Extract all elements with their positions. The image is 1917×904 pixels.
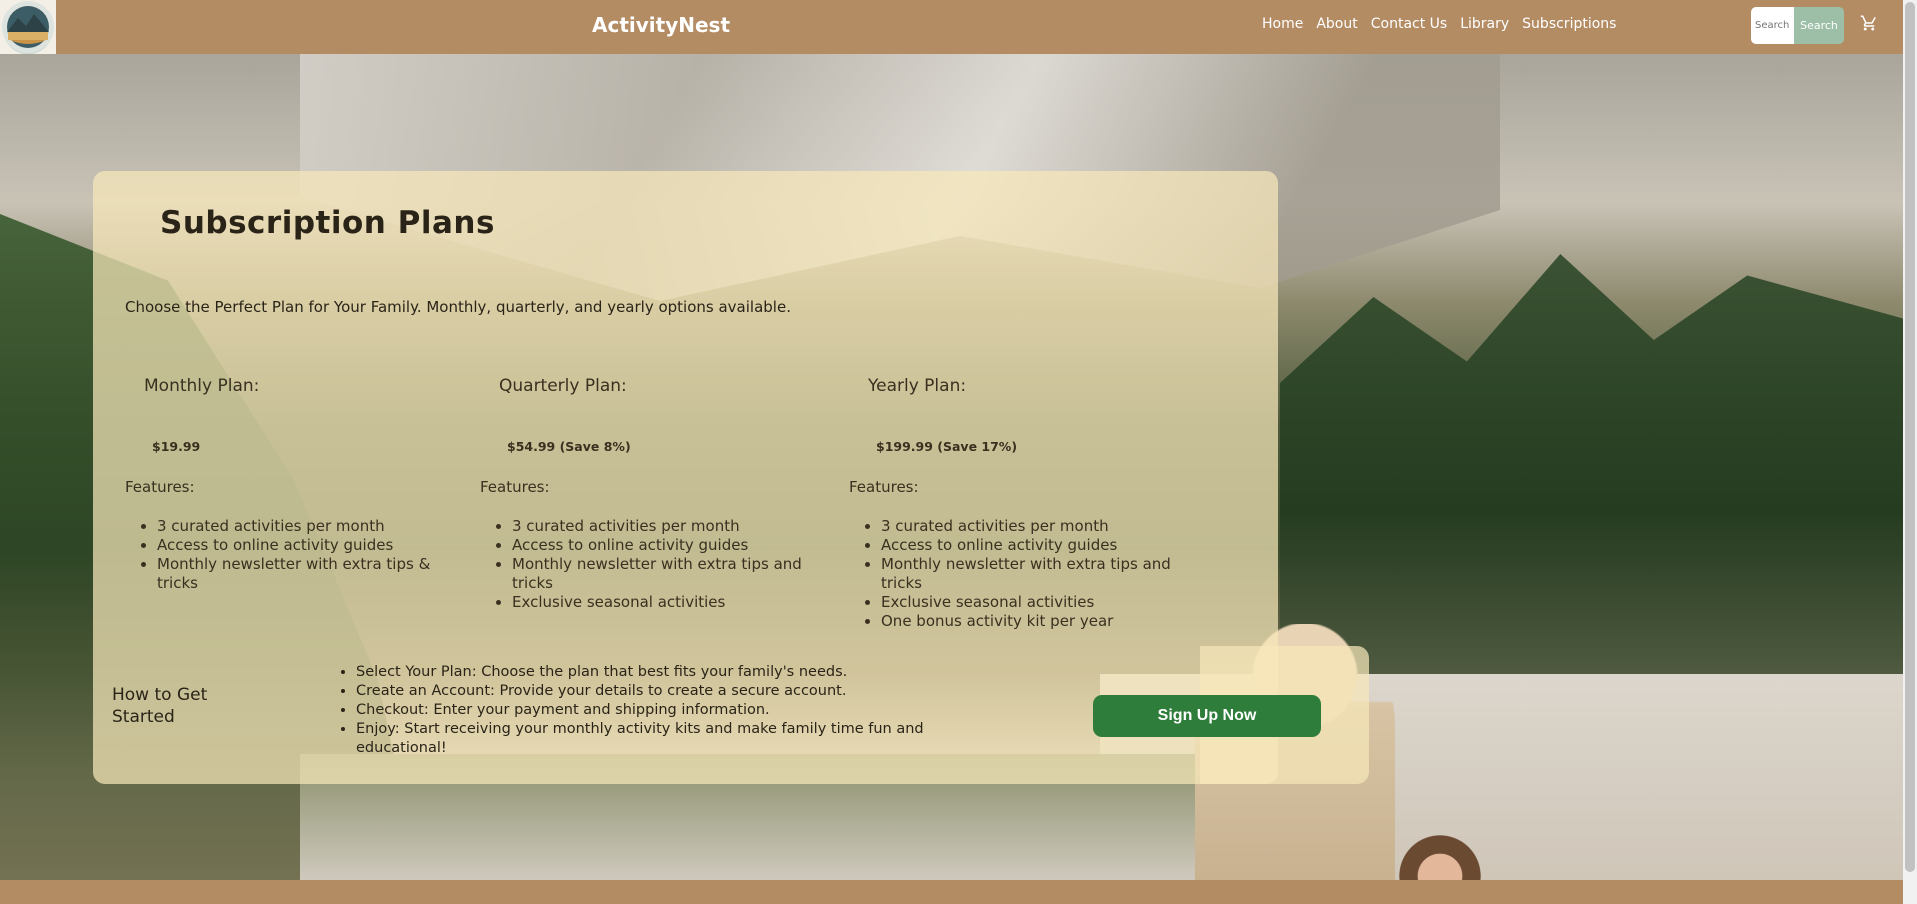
plan-yearly-name: Yearly Plan:	[868, 376, 967, 396]
list-item: 3 curated activities per month	[512, 517, 820, 536]
list-item: Access to online activity guides	[512, 536, 820, 555]
nav-about[interactable]: About	[1316, 16, 1357, 32]
nav-library[interactable]: Library	[1460, 16, 1509, 32]
list-item: Access to online activity guides	[881, 536, 1189, 555]
list-item: Exclusive seasonal activities	[881, 593, 1189, 612]
sign-up-button[interactable]: Sign Up Now	[1093, 695, 1321, 737]
how-to-steps: Select Your Plan: Choose the plan that b…	[338, 663, 978, 758]
list-item: 3 curated activities per month	[881, 517, 1189, 536]
search-button[interactable]: Search	[1794, 7, 1844, 44]
how-to-title: How to Get Started	[112, 685, 208, 727]
list-item: Checkout: Enter your payment and shippin…	[356, 701, 978, 720]
plan-quarterly-price: $54.99 (Save 8%)	[507, 439, 631, 454]
plan-quarterly-features-label: Features:	[480, 478, 550, 496]
list-item: Monthly newsletter with extra tips and t…	[881, 555, 1189, 593]
list-item: Exclusive seasonal activities	[512, 593, 820, 612]
site-header: ActivityNest Home About Contact Us Libra…	[0, 0, 1903, 54]
logo[interactable]	[0, 0, 56, 54]
footer	[0, 880, 1903, 904]
plan-yearly-features-label: Features:	[849, 478, 919, 496]
brand-name[interactable]: ActivityNest	[592, 13, 730, 37]
plan-monthly-features-label: Features:	[125, 478, 195, 496]
search-input[interactable]	[1751, 7, 1794, 44]
list-item: Access to online activity guides	[157, 536, 460, 555]
plan-monthly-features: 3 curated activities per month Access to…	[125, 517, 460, 593]
plan-quarterly-features: 3 curated activities per month Access to…	[480, 517, 820, 612]
list-item: Monthly newsletter with extra tips & tri…	[157, 555, 460, 593]
list-item: Create an Account: Provide your details …	[356, 682, 978, 701]
list-item: One bonus activity kit per year	[881, 612, 1189, 631]
list-item: Enjoy: Start receiving your monthly acti…	[356, 720, 978, 758]
nav-home[interactable]: Home	[1262, 16, 1303, 32]
shopping-cart-icon[interactable]	[1860, 14, 1878, 36]
list-item: Select Your Plan: Choose the plan that b…	[356, 663, 978, 682]
plan-quarterly-name: Quarterly Plan:	[499, 376, 627, 396]
nav-subscriptions[interactable]: Subscriptions	[1522, 16, 1616, 32]
scrollbar-thumb[interactable]	[1905, 2, 1915, 872]
nav-contact-us[interactable]: Contact Us	[1371, 16, 1447, 32]
plan-yearly-features: 3 curated activities per month Access to…	[849, 517, 1189, 631]
main-nav: Home About Contact Us Library Subscripti…	[1262, 16, 1629, 32]
plan-monthly-price: $19.99	[152, 439, 201, 454]
plan-yearly-price: $199.99 (Save 17%)	[876, 439, 1018, 454]
plan-monthly-name: Monthly Plan:	[144, 376, 260, 396]
page-title: Subscription Plans	[160, 205, 495, 241]
list-item: Monthly newsletter with extra tips and t…	[512, 555, 820, 593]
list-item: 3 curated activities per month	[157, 517, 460, 536]
page-subtitle: Choose the Perfect Plan for Your Family.…	[125, 298, 791, 316]
